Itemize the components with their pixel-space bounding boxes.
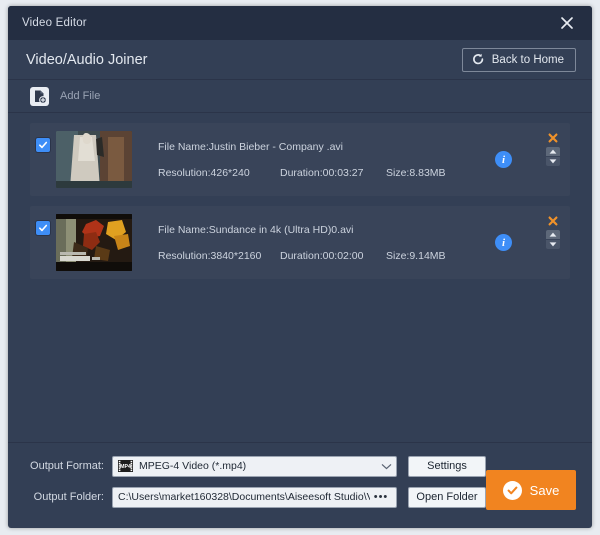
file-info: File Name:Sundance in 4k (Ultra HD)0.avi… bbox=[132, 224, 495, 262]
bottom-bar: Output Format: MP4 MPEG-4 Video (*.mp4) … bbox=[8, 442, 592, 528]
check-circle-icon bbox=[502, 480, 522, 500]
close-x-icon[interactable] bbox=[547, 132, 559, 144]
toolbar: Add File bbox=[8, 80, 592, 113]
back-to-home-label: Back to Home bbox=[491, 53, 564, 66]
table-row[interactable]: File Name:Justin Bieber - Company .avi R… bbox=[30, 123, 570, 196]
add-file-button[interactable]: Add File bbox=[30, 86, 101, 106]
file-meta: Resolution:426*240 Duration:00:03:27 Siz… bbox=[158, 167, 495, 179]
video-editor-window: Video Editor Video/Audio Joiner Back to … bbox=[8, 6, 592, 528]
move-up-button[interactable] bbox=[546, 230, 560, 239]
info-icon[interactable]: i bbox=[495, 234, 512, 251]
video-thumbnail[interactable] bbox=[56, 131, 132, 188]
output-format-select[interactable]: MP4 MPEG-4 Video (*.mp4) bbox=[112, 455, 397, 477]
file-resolution: Resolution:426*240 bbox=[158, 166, 250, 179]
move-up-button[interactable] bbox=[546, 147, 560, 156]
row-actions bbox=[545, 132, 561, 166]
file-list: File Name:Justin Bieber - Company .avi R… bbox=[8, 113, 592, 442]
page-title: Video/Audio Joiner bbox=[26, 51, 148, 68]
row-checkbox[interactable] bbox=[36, 137, 50, 152]
move-down-button[interactable] bbox=[546, 240, 560, 249]
output-folder-label: Output Folder: bbox=[33, 491, 104, 503]
chevron-down-icon bbox=[381, 463, 392, 470]
output-format-value: MPEG-4 Video (*.mp4) bbox=[139, 460, 247, 472]
settings-label: Settings bbox=[427, 460, 467, 472]
titlebar: Video Editor bbox=[8, 6, 592, 40]
browse-button[interactable]: ••• bbox=[370, 492, 392, 503]
page-header: Video/Audio Joiner Back to Home bbox=[8, 40, 592, 80]
file-info: File Name:Justin Bieber - Company .avi R… bbox=[132, 141, 495, 179]
return-arrow-icon bbox=[472, 53, 485, 66]
svg-text:MP4: MP4 bbox=[120, 464, 131, 470]
add-file-label: Add File bbox=[60, 90, 101, 102]
mp4-film-icon: MP4 bbox=[118, 460, 133, 472]
save-label: Save bbox=[529, 482, 560, 498]
output-folder-value: C:\Users\market160328\Documents\Aiseesof… bbox=[118, 491, 370, 503]
file-meta: Resolution:3840*2160 Duration:00:02:00 S… bbox=[158, 250, 495, 262]
add-file-icon bbox=[30, 86, 49, 106]
move-down-button[interactable] bbox=[546, 157, 560, 166]
open-folder-button[interactable]: Open Folder bbox=[408, 486, 486, 508]
file-size: Size:8.83MB bbox=[386, 166, 446, 179]
file-resolution: Resolution:3840*2160 bbox=[158, 249, 262, 262]
row-actions bbox=[545, 215, 561, 249]
file-duration: Duration:00:02:00 bbox=[280, 249, 364, 262]
video-thumbnail[interactable] bbox=[56, 214, 132, 271]
open-folder-label: Open Folder bbox=[416, 491, 478, 503]
settings-button[interactable]: Settings bbox=[408, 455, 486, 477]
window-title: Video Editor bbox=[22, 17, 87, 29]
info-icon[interactable]: i bbox=[495, 151, 512, 168]
close-x-icon[interactable] bbox=[547, 215, 559, 227]
file-duration: Duration:00:03:27 bbox=[280, 166, 364, 179]
output-format-label: Output Format: bbox=[30, 460, 104, 472]
back-to-home-button[interactable]: Back to Home bbox=[461, 47, 576, 72]
close-icon[interactable] bbox=[554, 10, 580, 36]
file-name: File Name:Justin Bieber - Company .avi bbox=[158, 140, 343, 153]
file-size: Size:9.14MB bbox=[386, 249, 446, 262]
save-button[interactable]: Save bbox=[486, 470, 576, 510]
row-checkbox[interactable] bbox=[36, 220, 50, 235]
file-name: File Name:Sundance in 4k (Ultra HD)0.avi bbox=[158, 223, 354, 236]
output-folder-input[interactable]: C:\Users\market160328\Documents\Aiseesof… bbox=[112, 486, 397, 508]
table-row[interactable]: File Name:Sundance in 4k (Ultra HD)0.avi… bbox=[30, 206, 570, 279]
